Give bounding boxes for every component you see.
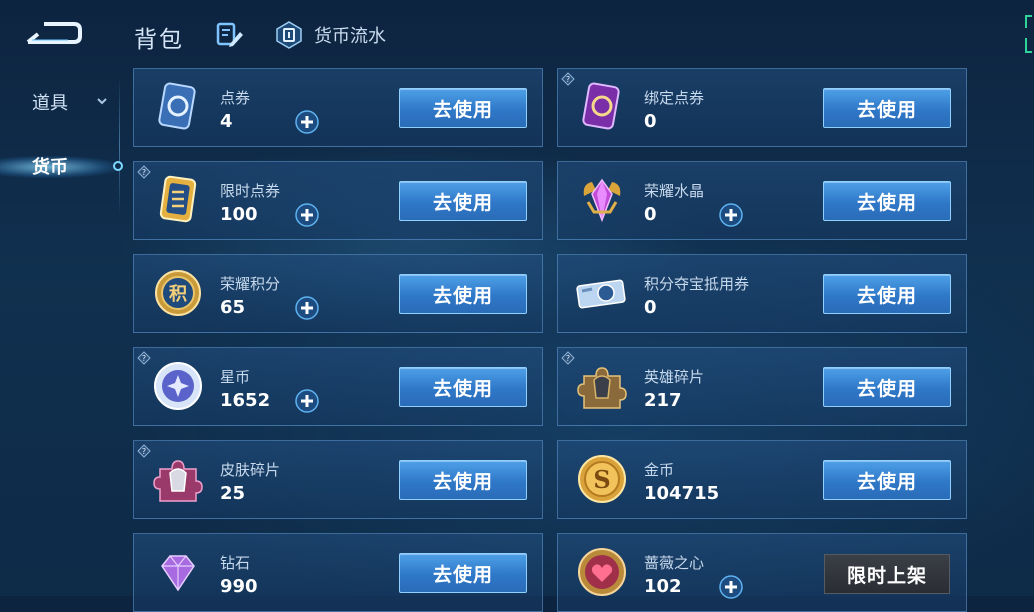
currency-name: 蔷薇之心 [644, 554, 705, 572]
help-icon[interactable]: ? [137, 165, 151, 179]
currency-card-gold-coin: S 金币 104715 去使用 [557, 440, 967, 519]
use-button[interactable]: 去使用 [399, 367, 527, 407]
rose-heart-icon [578, 548, 626, 596]
use-button[interactable]: 去使用 [399, 274, 527, 314]
svg-text:?: ? [142, 168, 146, 177]
svg-text:?: ? [142, 447, 146, 456]
top-bar: 背包 货币流水 [0, 0, 1034, 66]
plus-icon[interactable] [294, 388, 320, 414]
use-button[interactable]: 去使用 [823, 367, 951, 407]
use-button[interactable]: 去使用 [823, 181, 951, 221]
currency-name: 星币 [220, 368, 251, 386]
currency-card-star-coin: ? 星币 1652 去使用 [133, 347, 543, 426]
glory-crystal-icon [583, 178, 621, 223]
svg-text:S: S [593, 465, 610, 494]
svg-text:?: ? [142, 354, 146, 363]
currency-card-ticket: 点券 4 去使用 [133, 68, 543, 147]
currency-name: 限时点券 [220, 182, 281, 200]
currency-flow-link[interactable]: 货币流水 [274, 20, 386, 50]
help-icon[interactable]: ? [561, 72, 575, 86]
currency-count: 4 [220, 111, 233, 132]
star-coin-icon [154, 362, 202, 410]
use-button[interactable]: 去使用 [823, 460, 951, 500]
currency-count: 65 [220, 297, 246, 318]
use-button[interactable]: 去使用 [399, 553, 527, 593]
currency-flow-label: 货币流水 [314, 26, 386, 47]
currency-count: 102 [644, 576, 682, 597]
svg-text:?: ? [566, 75, 570, 84]
currency-card-glory-crystal: 荣耀水晶 0 去使用 [557, 161, 967, 240]
diamond-icon [161, 555, 195, 592]
ticket-icon [158, 82, 196, 130]
plus-icon[interactable] [294, 295, 320, 321]
edit-icon [216, 22, 243, 47]
glory-points-icon: 积 [155, 270, 201, 316]
help-icon[interactable]: ? [137, 351, 151, 365]
page-title: 背包 [134, 27, 184, 53]
limited-ticket-icon [159, 175, 197, 223]
svg-text:?: ? [566, 354, 570, 363]
voucher-icon [576, 279, 626, 309]
gold-coin-icon: S [578, 455, 626, 503]
currency-count: 25 [220, 483, 246, 504]
currency-count: 0 [644, 111, 657, 132]
currency-count: 0 [644, 297, 657, 318]
currency-name: 绑定点券 [644, 89, 705, 107]
edit-button[interactable] [216, 22, 244, 48]
active-indicator-dot [113, 161, 123, 171]
back-button[interactable] [24, 18, 84, 48]
plus-icon[interactable] [294, 109, 320, 135]
hero-fragment-icon [577, 367, 627, 409]
help-icon[interactable]: ? [137, 444, 151, 458]
currency-card-diamond: 钻石 990 去使用 [133, 533, 543, 612]
sidebar-item-items[interactable]: 道具 [0, 78, 128, 126]
currency-name: 英雄碎片 [644, 368, 705, 386]
currency-card-hero-fragment: ? 英雄碎片 217 去使用 [557, 347, 967, 426]
currency-count: 217 [644, 390, 682, 411]
currency-count: 100 [220, 204, 258, 225]
currency-name: 皮肤碎片 [220, 461, 281, 479]
currency-name: 荣耀水晶 [644, 182, 705, 200]
currency-name: 金币 [644, 461, 675, 479]
sidebar-item-label: 道具 [32, 93, 68, 114]
use-button[interactable]: 去使用 [399, 88, 527, 128]
currency-count: 1652 [220, 390, 271, 411]
use-button[interactable]: 去使用 [823, 274, 951, 314]
help-icon[interactable]: ? [561, 351, 575, 365]
back-arrow-icon [26, 22, 82, 44]
plus-icon[interactable] [718, 202, 744, 228]
currency-card-skin-fragment: ? 皮肤碎片 25 去使用 [133, 440, 543, 519]
use-button[interactable]: 去使用 [399, 181, 527, 221]
flow-record-icon [276, 21, 302, 49]
svg-text:积: 积 [169, 284, 187, 305]
plus-icon[interactable] [718, 574, 744, 600]
chevron-down-icon [97, 98, 107, 105]
currency-count: 104715 [644, 483, 720, 504]
currency-card-bound-ticket: ? 绑定点券 0 去使用 [557, 68, 967, 147]
currency-card-rose-heart: 蔷薇之心 102 限时上架 [557, 533, 967, 612]
limited-time-button[interactable]: 限时上架 [824, 554, 950, 594]
currency-name: 钻石 [220, 554, 251, 572]
bound-ticket-icon [582, 82, 620, 130]
corner-decoration-icon [1025, 15, 1032, 53]
sidebar-item-currency[interactable]: 货币 [0, 142, 128, 190]
plus-icon[interactable] [294, 202, 320, 228]
currency-name: 荣耀积分 [220, 275, 281, 293]
currency-card-voucher: 积分夺宝抵用券 0 去使用 [557, 254, 967, 333]
sidebar-item-label: 货币 [32, 157, 68, 178]
skin-fragment-icon [153, 460, 203, 502]
currency-card-limited-ticket: ? 限时点券 100 去使用 [133, 161, 543, 240]
use-button[interactable]: 去使用 [399, 460, 527, 500]
currency-name: 积分夺宝抵用券 [644, 275, 750, 293]
currency-count: 0 [644, 204, 657, 225]
use-button[interactable]: 去使用 [823, 88, 951, 128]
currency-card-glory-points: 积 荣耀积分 65 去使用 [133, 254, 543, 333]
currency-count: 990 [220, 576, 258, 597]
currency-name: 点券 [220, 89, 251, 107]
sidebar: 道具 货币 [0, 70, 128, 596]
